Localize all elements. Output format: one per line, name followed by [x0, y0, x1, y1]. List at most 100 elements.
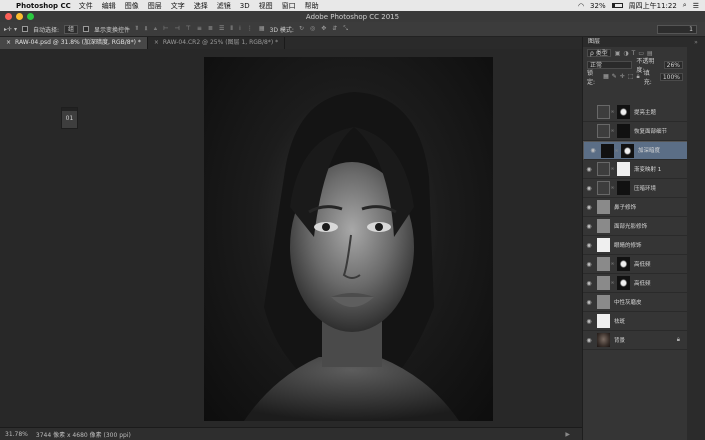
align-top-icon[interactable]: ⫪	[135, 25, 138, 33]
spotlight-icon[interactable]: ⌕	[683, 1, 687, 10]
visibility-eye-icon[interactable]: ◉	[583, 318, 595, 325]
menu-image[interactable]: 图像	[125, 1, 139, 11]
workspace-dropdown[interactable]: 1	[657, 25, 697, 34]
layer-row[interactable]: ◉ 鼻子修饰	[583, 198, 688, 217]
filter-pixel-icon[interactable]: ▣	[615, 50, 621, 57]
distribute-right-icon[interactable]: ⋮	[247, 25, 253, 33]
layer-name[interactable]: 压暗环境	[634, 184, 656, 192]
layer-thumbnail[interactable]	[597, 124, 610, 138]
layer-thumbnail[interactable]	[597, 257, 610, 271]
fill-field[interactable]: 100%	[659, 73, 683, 81]
layer-thumbnail[interactable]	[597, 219, 610, 233]
menu-layer[interactable]: 图层	[148, 1, 162, 11]
visibility-eye-icon[interactable]: ◉	[583, 185, 595, 192]
status-menu-arrow-icon[interactable]: ▶	[565, 431, 570, 438]
layer-name[interactable]: 渐变映射 1	[634, 165, 661, 173]
visibility-eye-icon[interactable]: ◉	[583, 109, 595, 116]
layer-name[interactable]: 加深暗度	[638, 147, 660, 155]
layer-name[interactable]: 眼睛的修饰	[614, 241, 642, 249]
align-left-icon[interactable]: ⊢	[163, 25, 168, 33]
mask-link-icon[interactable]: ∞	[610, 185, 615, 191]
layer-mask-thumbnail[interactable]	[617, 124, 630, 138]
close-tab-icon[interactable]: ×	[154, 39, 159, 46]
layer-row[interactable]: ◉ 眼睛的修饰	[583, 236, 688, 255]
visibility-eye-icon[interactable]: ◉	[583, 299, 595, 306]
align-vcenter-icon[interactable]: ⫫	[144, 25, 147, 33]
layer-name[interactable]: 高低频	[634, 279, 651, 287]
menu-window[interactable]: 窗口	[282, 1, 296, 11]
visibility-eye-icon[interactable]: ◉	[583, 337, 595, 344]
3d-slide-icon[interactable]: ⇵	[332, 25, 337, 33]
lock-artboard-icon[interactable]: ⬚	[628, 73, 634, 81]
layer-row[interactable]: ◉ 面部光影修饰	[583, 217, 688, 236]
lock-image-icon[interactable]: ✎	[612, 73, 617, 81]
layer-filter-dropdown[interactable]: ρ 类型	[587, 49, 611, 57]
visibility-eye-icon[interactable]: ◉	[583, 280, 595, 287]
menu-filter[interactable]: 滤镜	[217, 1, 231, 11]
visibility-eye-icon[interactable]: ◉	[583, 166, 595, 173]
layer-mask-thumbnail[interactable]	[617, 257, 630, 271]
mask-link-icon[interactable]: ∞	[610, 261, 615, 267]
layer-row[interactable]: ◉ 中性灰磨皮	[583, 293, 688, 312]
layer-mask-thumbnail[interactable]	[617, 162, 630, 176]
align-bottom-icon[interactable]: ⫨	[154, 25, 157, 33]
layer-row[interactable]: ◉ ∞ 渐变映射 1	[583, 160, 688, 179]
collapse-panels-icon[interactable]: »	[687, 39, 705, 46]
menu-help[interactable]: 帮助	[305, 1, 319, 11]
layer-row[interactable]: ◉ ∞ 高低频	[583, 274, 688, 293]
layer-thumbnail[interactable]	[597, 162, 610, 176]
layer-thumbnail[interactable]	[597, 181, 610, 195]
3d-rotate-icon[interactable]: ↻	[299, 25, 304, 33]
clock[interactable]: 周四上午11:22	[629, 1, 677, 11]
opacity-field[interactable]: 26%	[663, 61, 683, 69]
menu-view[interactable]: 视图	[259, 1, 273, 11]
tab-raw04-psd[interactable]: × RAW-04.psd @ 31.8% (加深暗度, RGB/8*) *	[0, 37, 148, 49]
layer-row[interactable]: ◉ ∞ 压暗环境	[583, 179, 688, 198]
layer-thumbnail[interactable]	[597, 314, 610, 328]
mask-link-icon[interactable]: ∞	[610, 280, 615, 286]
layer-row[interactable]: ◉ ∞ 加深暗度	[583, 141, 688, 160]
auto-select-dropdown[interactable]: 组	[64, 24, 79, 34]
notification-center-icon[interactable]: ☰	[693, 2, 699, 10]
visibility-eye-icon[interactable]: ◉	[583, 223, 595, 230]
filter-type-icon[interactable]: T	[632, 50, 636, 57]
close-tab-icon[interactable]: ×	[6, 39, 11, 46]
layer-row[interactable]: ◉ 祛斑	[583, 312, 688, 331]
layer-thumbnail[interactable]	[597, 295, 610, 309]
layer-row[interactable]: ◉ ∞ 提亮主题	[583, 103, 688, 122]
mask-link-icon[interactable]: ∞	[610, 166, 615, 172]
layer-row[interactable]: ◉ 背景 🔒︎	[583, 331, 688, 350]
menu-edit[interactable]: 编辑	[102, 1, 116, 11]
lock-position-icon[interactable]: ✛	[620, 73, 625, 81]
layer-thumbnail[interactable]	[597, 276, 610, 290]
auto-select-checkbox[interactable]	[21, 26, 28, 32]
lock-transparent-icon[interactable]: ▦	[603, 73, 609, 81]
distribute-left-icon[interactable]: ⦀	[230, 25, 233, 33]
distribute-vcenter-icon[interactable]: ≣	[208, 25, 213, 33]
close-window-button[interactable]	[5, 13, 12, 20]
menu-file[interactable]: 文件	[79, 1, 93, 11]
layer-thumbnail[interactable]	[597, 105, 610, 119]
canvas-area[interactable]: 01	[0, 49, 582, 427]
distribute-top-icon[interactable]: ≡	[197, 25, 202, 33]
layer-thumbnail[interactable]	[597, 238, 610, 252]
layer-name[interactable]: 提亮主题	[634, 108, 656, 116]
layer-mask-thumbnail[interactable]	[621, 143, 634, 158]
mask-link-icon[interactable]: ∞	[610, 109, 615, 115]
app-menu[interactable]: Photoshop CC	[16, 2, 71, 10]
visibility-eye-icon[interactable]: ◉	[583, 204, 595, 211]
visibility-eye-icon[interactable]: ◉	[583, 128, 595, 135]
layer-name[interactable]: 背景	[614, 336, 625, 344]
lock-all-icon[interactable]: 🔒︎	[637, 73, 640, 81]
layer-name[interactable]: 鼻子修饰	[614, 203, 636, 211]
layer-mask-thumbnail[interactable]	[617, 105, 630, 119]
3d-scale-icon[interactable]: ⤡	[343, 25, 348, 33]
align-hcenter-icon[interactable]: ⊣	[174, 25, 179, 33]
distribute-hcenter-icon[interactable]: ⁞	[239, 25, 241, 33]
wifi-icon[interactable]: ◠	[578, 2, 584, 10]
3d-roll-icon[interactable]: ◎	[310, 25, 315, 33]
layer-name[interactable]: 高低频	[634, 260, 651, 268]
move-tool-preset-icon[interactable]: ▸✛ ▾	[4, 26, 17, 33]
layer-thumbnail[interactable]	[597, 200, 610, 214]
auto-align-icon[interactable]: ▦	[259, 25, 265, 33]
